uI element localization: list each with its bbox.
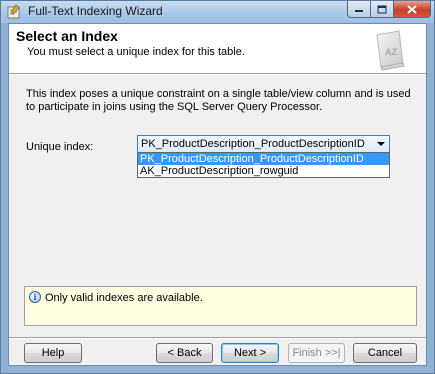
index-book-icon: AZ	[376, 30, 405, 71]
minimize-icon	[355, 10, 363, 12]
wizard-header: Select an Index You must select a unique…	[9, 24, 426, 73]
dropdown-option[interactable]: PK_ProductDescription_ProductDescription…	[138, 153, 389, 165]
window-title: Full-Text Indexing Wizard	[28, 4, 163, 18]
wizard-window: Full-Text Indexing Wizard Select an Inde…	[0, 0, 435, 374]
page-title: Select an Index	[16, 28, 118, 44]
info-message-box: i Only valid indexes are available.	[24, 286, 417, 326]
unique-index-selected-value: PK_ProductDescription_ProductDescription…	[141, 138, 365, 150]
dropdown-option[interactable]: AK_ProductDescription_rowguid	[138, 165, 389, 177]
close-icon	[407, 4, 417, 14]
close-button[interactable]	[393, 1, 431, 18]
button-separator	[9, 337, 426, 339]
maximize-icon	[377, 5, 387, 13]
title-bar[interactable]: Full-Text Indexing Wizard	[1, 1, 434, 23]
wizard-app-icon	[7, 4, 20, 19]
header-separator	[9, 73, 426, 75]
unique-index-dropdown-list: PK_ProductDescription_ProductDescription…	[137, 152, 390, 178]
page-subtitle: You must select a unique index for this …	[27, 46, 245, 58]
info-icon: i	[29, 291, 41, 303]
info-message: Only valid indexes are available.	[45, 292, 203, 304]
unique-index-label: Unique index:	[26, 141, 94, 153]
dropdown-arrow-icon[interactable]	[377, 142, 385, 146]
maximize-button[interactable]	[370, 1, 394, 18]
unique-index-combobox[interactable]: PK_ProductDescription_ProductDescription…	[137, 135, 390, 153]
wizard-client-area: Select an Index You must select a unique…	[8, 23, 427, 366]
next-button[interactable]: Next >	[221, 343, 279, 363]
back-button[interactable]: < Back	[156, 343, 213, 363]
cancel-button[interactable]: Cancel	[353, 343, 417, 363]
finish-button: Finish >>|	[288, 343, 345, 363]
description-text: This index poses a unique constraint on …	[26, 88, 411, 113]
art-text: AZ	[385, 47, 397, 57]
minimize-button[interactable]	[347, 1, 371, 18]
help-button[interactable]: Help	[24, 343, 82, 363]
